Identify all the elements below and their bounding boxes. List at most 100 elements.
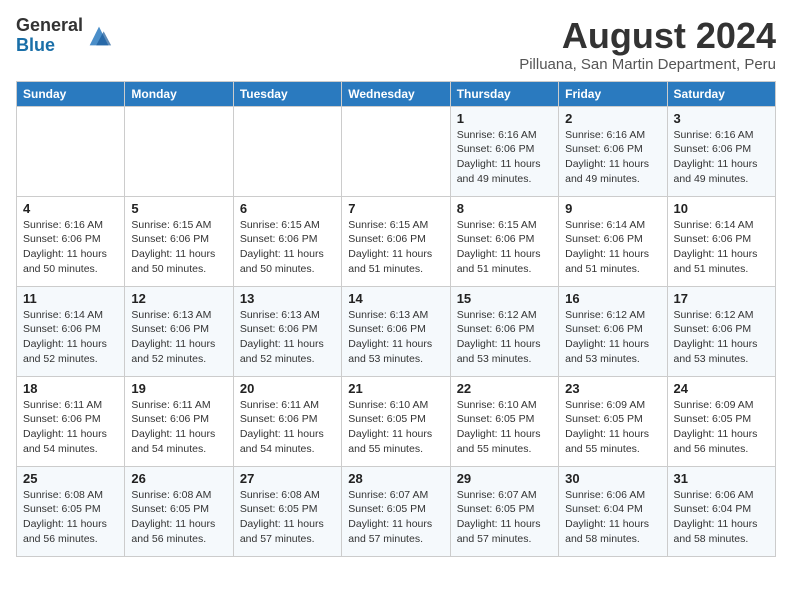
main-title: August 2024 — [519, 16, 776, 56]
day-number: 15 — [457, 291, 552, 306]
calendar-day-cell — [17, 106, 125, 196]
calendar-day-cell — [342, 106, 450, 196]
calendar-day-cell: 9 Sunrise: 6:14 AM Sunset: 6:06 PM Daylig… — [559, 196, 667, 286]
day-info: Sunrise: 6:09 AM Sunset: 6:05 PM Dayligh… — [674, 398, 769, 457]
calendar-day-cell: 13 Sunrise: 6:13 AM Sunset: 6:06 PM Dayli… — [233, 286, 341, 376]
day-info: Sunrise: 6:13 AM Sunset: 6:06 PM Dayligh… — [240, 308, 335, 367]
day-number: 4 — [23, 201, 118, 216]
day-info: Sunrise: 6:15 AM Sunset: 6:06 PM Dayligh… — [348, 218, 443, 277]
calendar-day-cell: 10 Sunrise: 6:14 AM Sunset: 6:06 PM Dayli… — [667, 196, 775, 286]
day-number: 31 — [674, 471, 769, 486]
day-number: 13 — [240, 291, 335, 306]
calendar-week-row: 1 Sunrise: 6:16 AM Sunset: 6:06 PM Daylig… — [17, 106, 776, 196]
day-info: Sunrise: 6:08 AM Sunset: 6:05 PM Dayligh… — [131, 488, 226, 547]
calendar-day-cell: 15Sunrise: 6:12 AM Sunset: 6:06 PM Dayli… — [450, 286, 558, 376]
day-of-week-header: Thursday — [450, 81, 558, 106]
calendar-week-row: 25Sunrise: 6:08 AM Sunset: 6:05 PM Dayli… — [17, 466, 776, 556]
calendar-day-cell: 12 Sunrise: 6:13 AM Sunset: 6:06 PM Dayli… — [125, 286, 233, 376]
day-number: 9 — [565, 201, 660, 216]
page-header: General Blue August 2024 Pilluana, San M… — [16, 16, 776, 73]
title-block: August 2024 Pilluana, San Martin Departm… — [519, 16, 776, 73]
day-number: 1 — [457, 111, 552, 126]
calendar-day-cell: 26 Sunrise: 6:08 AM Sunset: 6:05 PM Dayli… — [125, 466, 233, 556]
calendar-day-cell: 27 Sunrise: 6:08 AM Sunset: 6:05 PM Dayli… — [233, 466, 341, 556]
day-number: 29 — [457, 471, 552, 486]
day-info: Sunrise: 6:13 AM Sunset: 6:06 PM Dayligh… — [131, 308, 226, 367]
calendar-day-cell: 30 Sunrise: 6:06 AM Sunset: 6:04 PM Dayli… — [559, 466, 667, 556]
day-info: Sunrise: 6:06 AM Sunset: 6:04 PM Dayligh… — [565, 488, 660, 547]
day-info: Sunrise: 6:14 AM Sunset: 6:06 PM Dayligh… — [565, 218, 660, 277]
day-info: Sunrise: 6:14 AM Sunset: 6:06 PM Dayligh… — [674, 218, 769, 277]
day-info: Sunrise: 6:16 AM Sunset: 6:06 PM Dayligh… — [565, 128, 660, 187]
day-number: 27 — [240, 471, 335, 486]
calendar-day-cell: 8 Sunrise: 6:15 AM Sunset: 6:06 PM Daylig… — [450, 196, 558, 286]
day-info: Sunrise: 6:15 AM Sunset: 6:06 PM Dayligh… — [240, 218, 335, 277]
calendar-day-cell: 23Sunrise: 6:09 AM Sunset: 6:05 PM Dayli… — [559, 376, 667, 466]
calendar-day-cell — [125, 106, 233, 196]
calendar-day-cell: 1Sunrise: 6:16 AM Sunset: 6:06 PM Daylig… — [450, 106, 558, 196]
day-info: Sunrise: 6:14 AM Sunset: 6:06 PM Dayligh… — [23, 308, 118, 367]
day-info: Sunrise: 6:10 AM Sunset: 6:05 PM Dayligh… — [348, 398, 443, 457]
calendar-day-cell: 11 Sunrise: 6:14 AM Sunset: 6:06 PM Dayli… — [17, 286, 125, 376]
day-info: Sunrise: 6:11 AM Sunset: 6:06 PM Dayligh… — [131, 398, 226, 457]
calendar-day-cell: 16Sunrise: 6:12 AM Sunset: 6:06 PM Dayli… — [559, 286, 667, 376]
day-info: Sunrise: 6:11 AM Sunset: 6:06 PM Dayligh… — [240, 398, 335, 457]
calendar-day-cell: 22Sunrise: 6:10 AM Sunset: 6:05 PM Dayli… — [450, 376, 558, 466]
day-number: 8 — [457, 201, 552, 216]
calendar-table: SundayMondayTuesdayWednesdayThursdayFrid… — [16, 81, 776, 557]
day-of-week-header: Tuesday — [233, 81, 341, 106]
day-of-week-header: Monday — [125, 81, 233, 106]
days-header-row: SundayMondayTuesdayWednesdayThursdayFrid… — [17, 81, 776, 106]
calendar-day-cell: 18 Sunrise: 6:11 AM Sunset: 6:06 PM Dayli… — [17, 376, 125, 466]
day-of-week-header: Saturday — [667, 81, 775, 106]
day-number: 11 — [23, 291, 118, 306]
day-info: Sunrise: 6:16 AM Sunset: 6:06 PM Dayligh… — [23, 218, 118, 277]
day-info: Sunrise: 6:09 AM Sunset: 6:05 PM Dayligh… — [565, 398, 660, 457]
day-info: Sunrise: 6:15 AM Sunset: 6:06 PM Dayligh… — [131, 218, 226, 277]
day-number: 3 — [674, 111, 769, 126]
calendar-day-cell: 25Sunrise: 6:08 AM Sunset: 6:05 PM Dayli… — [17, 466, 125, 556]
day-number: 12 — [131, 291, 226, 306]
day-number: 10 — [674, 201, 769, 216]
day-number: 16 — [565, 291, 660, 306]
calendar-day-cell: 7 Sunrise: 6:15 AM Sunset: 6:06 PM Daylig… — [342, 196, 450, 286]
day-number: 26 — [131, 471, 226, 486]
day-number: 22 — [457, 381, 552, 396]
day-info: Sunrise: 6:15 AM Sunset: 6:06 PM Dayligh… — [457, 218, 552, 277]
day-info: Sunrise: 6:08 AM Sunset: 6:05 PM Dayligh… — [240, 488, 335, 547]
calendar-day-cell: 4 Sunrise: 6:16 AM Sunset: 6:06 PM Daylig… — [17, 196, 125, 286]
calendar-week-row: 4 Sunrise: 6:16 AM Sunset: 6:06 PM Daylig… — [17, 196, 776, 286]
day-number: 21 — [348, 381, 443, 396]
calendar-day-cell: 5 Sunrise: 6:15 AM Sunset: 6:06 PM Daylig… — [125, 196, 233, 286]
day-number: 28 — [348, 471, 443, 486]
calendar-day-cell: 14Sunrise: 6:13 AM Sunset: 6:06 PM Dayli… — [342, 286, 450, 376]
day-number: 14 — [348, 291, 443, 306]
day-number: 30 — [565, 471, 660, 486]
day-info: Sunrise: 6:11 AM Sunset: 6:06 PM Dayligh… — [23, 398, 118, 457]
day-of-week-header: Wednesday — [342, 81, 450, 106]
calendar-day-cell: 31 Sunrise: 6:06 AM Sunset: 6:04 PM Dayli… — [667, 466, 775, 556]
day-info: Sunrise: 6:08 AM Sunset: 6:05 PM Dayligh… — [23, 488, 118, 547]
calendar-day-cell: 6 Sunrise: 6:15 AM Sunset: 6:06 PM Daylig… — [233, 196, 341, 286]
calendar-week-row: 18 Sunrise: 6:11 AM Sunset: 6:06 PM Dayli… — [17, 376, 776, 466]
logo: General Blue — [16, 16, 113, 56]
day-of-week-header: Friday — [559, 81, 667, 106]
day-info: Sunrise: 6:06 AM Sunset: 6:04 PM Dayligh… — [674, 488, 769, 547]
calendar-day-cell: 28Sunrise: 6:07 AM Sunset: 6:05 PM Dayli… — [342, 466, 450, 556]
calendar-week-row: 11 Sunrise: 6:14 AM Sunset: 6:06 PM Dayli… — [17, 286, 776, 376]
location-subtitle: Pilluana, San Martin Department, Peru — [519, 56, 776, 73]
day-number: 24 — [674, 381, 769, 396]
day-number: 18 — [23, 381, 118, 396]
calendar-day-cell: 3Sunrise: 6:16 AM Sunset: 6:06 PM Daylig… — [667, 106, 775, 196]
day-number: 17 — [674, 291, 769, 306]
calendar-day-cell: 29 Sunrise: 6:07 AM Sunset: 6:05 PM Dayli… — [450, 466, 558, 556]
day-number: 7 — [348, 201, 443, 216]
day-number: 20 — [240, 381, 335, 396]
day-of-week-header: Sunday — [17, 81, 125, 106]
calendar-day-cell: 21 Sunrise: 6:10 AM Sunset: 6:05 PM Dayli… — [342, 376, 450, 466]
day-number: 19 — [131, 381, 226, 396]
day-number: 5 — [131, 201, 226, 216]
day-number: 6 — [240, 201, 335, 216]
logo-general: General — [16, 16, 83, 36]
day-info: Sunrise: 6:07 AM Sunset: 6:05 PM Dayligh… — [457, 488, 552, 547]
